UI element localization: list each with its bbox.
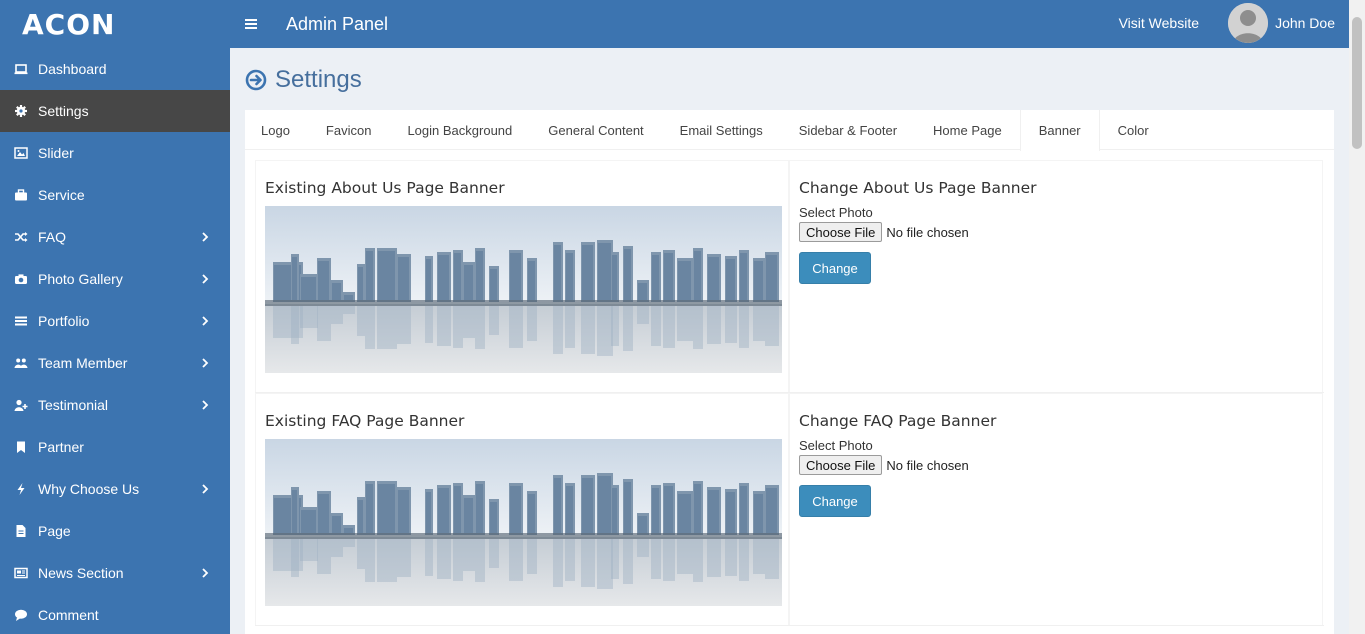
- sidebar-item-settings[interactable]: Settings: [0, 90, 230, 132]
- change-banner-title: Change FAQ Page Banner: [799, 412, 997, 430]
- user-avatar-icon: [1228, 3, 1268, 43]
- sidebar-item-label: Service: [38, 187, 85, 203]
- banner-image: [265, 439, 782, 606]
- avatar[interactable]: [1228, 3, 1268, 43]
- sidebar-item-news-section[interactable]: News Section: [0, 552, 230, 594]
- page-header: Settings: [245, 66, 362, 94]
- chevron-right-icon: [202, 484, 209, 494]
- select-photo-label: Select Photo: [799, 205, 873, 220]
- file-input: Choose File No file chosen: [799, 222, 1313, 242]
- banner-image: [265, 206, 782, 373]
- user-name[interactable]: John Doe: [1275, 15, 1335, 31]
- sidebar-item-service[interactable]: Service: [0, 174, 230, 216]
- sidebar-item-label: Portfolio: [38, 313, 90, 329]
- sidebar-item-label: Page: [38, 523, 71, 539]
- change-button[interactable]: Change: [799, 485, 871, 517]
- sidebar-item-testimonial[interactable]: Testimonial: [0, 384, 230, 426]
- sidebar-item-label: Partner: [38, 439, 84, 455]
- page-scrollbar[interactable]: [1349, 0, 1365, 634]
- shuffle-icon: [15, 232, 28, 242]
- banner-row-about: Existing About Us Page Banner Change Abo…: [255, 160, 1324, 393]
- visit-website-link[interactable]: Visit Website: [1119, 15, 1199, 31]
- existing-banner-cell: Existing FAQ Page Banner: [255, 393, 789, 625]
- scrollbar-thumb[interactable]: [1352, 17, 1362, 149]
- tab-sidebar-footer[interactable]: Sidebar & Footer: [781, 110, 915, 150]
- change-button[interactable]: Change: [799, 252, 871, 284]
- sidebar-item-label: Team Member: [38, 355, 128, 371]
- newspaper-icon: [14, 567, 28, 579]
- change-banner-title: Change About Us Page Banner: [799, 179, 1037, 197]
- choose-file-button[interactable]: Choose File: [799, 455, 883, 475]
- sidebar-item-dashboard[interactable]: Dashboard: [0, 48, 230, 90]
- comment-icon: [15, 609, 27, 621]
- sidebar-item-label: FAQ: [38, 229, 67, 245]
- sidebar-menu: Dashboard Settings Slider Service FAQ Photo G…: [0, 48, 230, 634]
- change-banner-cell: Change About Us Page Banner Select Photo…: [789, 160, 1323, 392]
- sidebar: ACON Dashboard Settings Slider Service FAQ Ph…: [0, 0, 230, 634]
- tab-favicon[interactable]: Favicon: [308, 110, 390, 150]
- sidebar-item-photo-gallery[interactable]: Photo Gallery: [0, 258, 230, 300]
- sidebar-item-label: Slider: [38, 145, 74, 161]
- list-icon: [15, 316, 27, 326]
- sidebar-item-slider[interactable]: Slider: [0, 132, 230, 174]
- chevron-right-icon: [202, 316, 209, 326]
- tab-email-settings[interactable]: Email Settings: [662, 110, 781, 150]
- change-banner-cell: Change FAQ Page Banner Select Photo Choo…: [789, 393, 1323, 625]
- chevron-right-icon: [202, 400, 209, 410]
- chevron-right-icon: [202, 358, 209, 368]
- tab-banner[interactable]: Banner: [1019, 110, 1100, 151]
- sidebar-item-comment[interactable]: Comment: [0, 594, 230, 634]
- sidebar-item-label: News Section: [38, 565, 124, 581]
- sidebar-item-label: Why Choose Us: [38, 481, 140, 497]
- gear-icon: [15, 105, 27, 117]
- sidebar-item-label: Photo Gallery: [38, 271, 123, 287]
- sidebar-item-portfolio[interactable]: Portfolio: [0, 300, 230, 342]
- briefcase-icon: [15, 189, 27, 201]
- file-status: No file chosen: [886, 224, 969, 240]
- settings-panel: Logo Favicon Login Background General Conte…: [245, 110, 1334, 634]
- settings-tabs: Logo Favicon Login Background General Conte…: [245, 110, 1334, 151]
- users-icon: [14, 358, 28, 368]
- arrow-circle-right-icon: [245, 69, 267, 91]
- bolt-icon: [17, 483, 25, 495]
- file-status: No file chosen: [886, 457, 969, 473]
- tab-home-page[interactable]: Home Page: [915, 110, 1020, 150]
- sidebar-item-label: Testimonial: [38, 397, 109, 413]
- tab-logo[interactable]: Logo: [245, 110, 308, 150]
- app-title: Admin Panel: [286, 13, 389, 34]
- choose-file-button[interactable]: Choose File: [799, 222, 883, 242]
- bookmark-icon: [17, 441, 25, 453]
- existing-banner-title: Existing FAQ Page Banner: [265, 412, 465, 430]
- file-input: Choose File No file chosen: [799, 455, 1313, 475]
- camera-icon: [15, 274, 27, 284]
- laptop-icon: [14, 64, 28, 75]
- select-photo-label: Select Photo: [799, 438, 873, 453]
- banner-row-faq: Existing FAQ Page Banner Change FAQ Page…: [255, 393, 1324, 626]
- existing-banner-title: Existing About Us Page Banner: [265, 179, 505, 197]
- existing-banner-cell: Existing About Us Page Banner: [255, 160, 789, 392]
- sidebar-item-why-choose-us[interactable]: Why Choose Us: [0, 468, 230, 510]
- file-icon: [16, 525, 26, 537]
- sidebar-item-page[interactable]: Page: [0, 510, 230, 552]
- chevron-right-icon: [202, 274, 209, 284]
- page-title: Settings: [275, 66, 362, 93]
- brand-logo[interactable]: ACON: [0, 0, 230, 48]
- sidebar-item-label: Settings: [38, 103, 89, 119]
- sidebar-item-label: Comment: [38, 607, 99, 623]
- sidebar-item-team-member[interactable]: Team Member: [0, 342, 230, 384]
- image-icon: [14, 147, 28, 159]
- user-plus-icon: [14, 399, 28, 411]
- sidebar-item-partner[interactable]: Partner: [0, 426, 230, 468]
- tab-color[interactable]: Color: [1100, 110, 1167, 150]
- sidebar-item-label: Dashboard: [38, 61, 107, 77]
- banner-grid: Existing About Us Page Banner Change Abo…: [255, 160, 1324, 626]
- sidebar-item-faq[interactable]: FAQ: [0, 216, 230, 258]
- tab-general-content[interactable]: General Content: [530, 110, 661, 150]
- chevron-right-icon: [202, 232, 209, 242]
- chevron-right-icon: [202, 568, 209, 578]
- hamburger-icon[interactable]: [244, 17, 258, 31]
- top-navbar: Admin Panel Visit Website John Doe: [230, 0, 1349, 48]
- tab-login-background[interactable]: Login Background: [389, 110, 530, 150]
